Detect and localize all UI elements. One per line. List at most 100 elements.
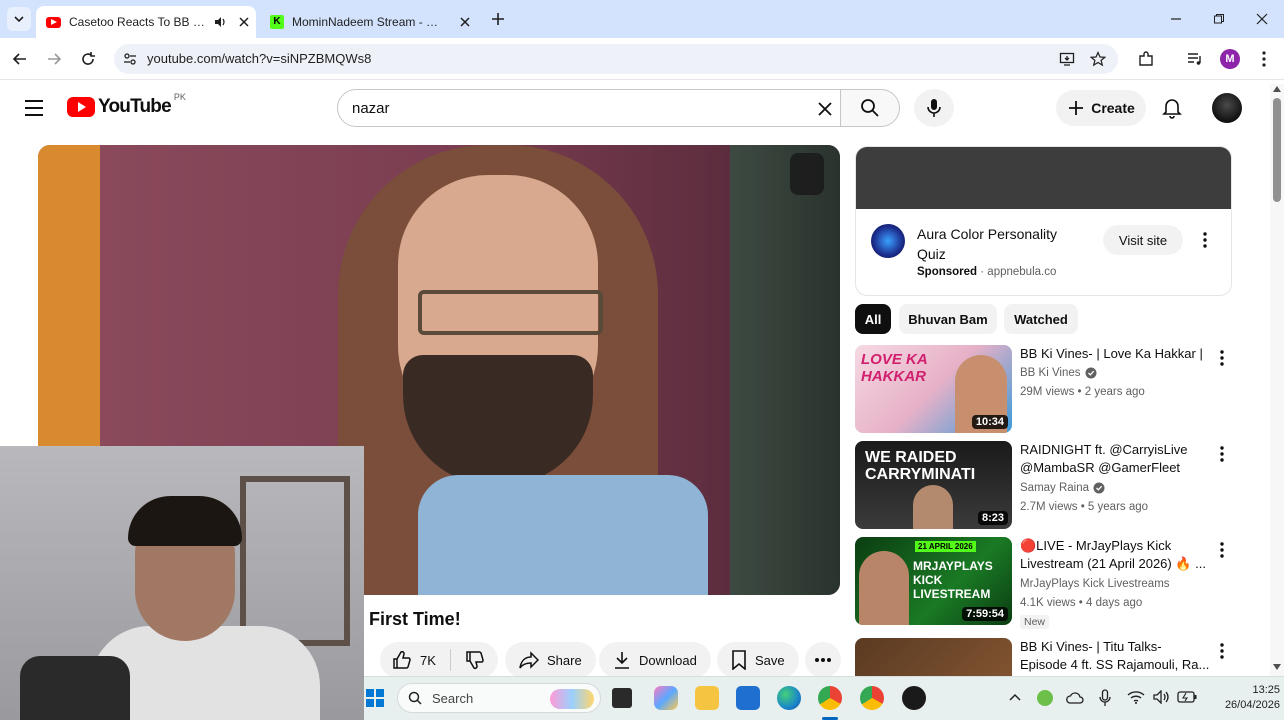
wifi-icon[interactable]: [1127, 690, 1145, 704]
site-settings-icon[interactable]: [123, 52, 137, 66]
notifications-bell-icon[interactable]: [1162, 97, 1182, 119]
video-menu-icon[interactable]: [1219, 445, 1225, 463]
ad-title[interactable]: Aura Color Personality Quiz: [917, 224, 1087, 264]
hamburger-menu-icon[interactable]: [24, 99, 44, 117]
browser-menu-icon[interactable]: [1256, 50, 1272, 68]
verified-icon: [1093, 482, 1105, 494]
extensions-icon[interactable]: [1137, 50, 1155, 68]
bookmark-icon: [732, 650, 746, 670]
dislike-icon[interactable]: [465, 650, 485, 670]
like-dislike-divider: [449, 649, 451, 671]
tray-app-icon[interactable]: [1037, 690, 1053, 706]
youtube-logo[interactable]: YouTube PK: [67, 92, 186, 118]
close-window-button[interactable]: [1250, 8, 1274, 30]
chrome-icon-active[interactable]: [818, 686, 842, 710]
like-icon[interactable]: [392, 650, 412, 670]
channel-watermark[interactable]: [790, 153, 824, 195]
scroll-down-icon[interactable]: [1273, 664, 1281, 670]
clock[interactable]: 13:25 26/04/2026: [1214, 683, 1280, 713]
file-explorer-icon[interactable]: [695, 686, 719, 710]
app-icon[interactable]: [902, 686, 926, 710]
recommendation-item[interactable]: WE RAIDED CARRYMINATI 8:23 RAIDNIGHT ft.…: [855, 441, 1232, 531]
share-label: Share: [547, 652, 582, 668]
task-view-icon[interactable]: [612, 688, 632, 708]
store-icon[interactable]: [736, 686, 760, 710]
video-thumbnail[interactable]: 21 APRIL 2026 MRJAYPLAYS KICK LIVESTREAM…: [855, 537, 1012, 625]
page-scrollbar[interactable]: [1270, 84, 1284, 676]
video-thumbnail[interactable]: [855, 638, 1012, 676]
show-hidden-icons-icon[interactable]: [1009, 693, 1021, 701]
channel-line[interactable]: MrJayPlays Kick Livestreams: [1020, 578, 1170, 590]
battery-icon[interactable]: [1177, 691, 1197, 703]
video-title[interactable]: 🔴LIVE - MrJayPlays Kick Livestream (21 A…: [1020, 537, 1210, 573]
forward-icon[interactable]: [46, 51, 62, 67]
ad-menu-icon[interactable]: [1202, 231, 1208, 249]
reload-icon[interactable]: [80, 51, 96, 67]
sponsored-ad-card[interactable]: Aura Color Personality Quiz Sponsored · …: [855, 146, 1232, 296]
channel-name[interactable]: Samay Raina: [1020, 482, 1089, 494]
video-meta: 4.1K views • 4 days ago: [1020, 597, 1143, 609]
search-button[interactable]: [840, 89, 900, 127]
video-menu-icon[interactable]: [1219, 349, 1225, 367]
video-thumbnail[interactable]: WE RAIDED CARRYMINATI 8:23: [855, 441, 1012, 529]
scroll-up-icon[interactable]: [1273, 86, 1281, 92]
recommendation-item[interactable]: LOVE KA HAKKAR 10:34 BB Ki Vines- | Love…: [855, 345, 1232, 435]
windows-start-icon[interactable]: [366, 689, 384, 707]
address-bar[interactable]: youtube.com/watch?v=siNPZBMQWs8: [114, 44, 1118, 74]
create-button[interactable]: Create: [1056, 90, 1146, 126]
edge-icon[interactable]: [777, 686, 801, 710]
channel-line[interactable]: Samay Raina: [1020, 482, 1105, 494]
new-tab-button[interactable]: [488, 9, 508, 29]
save-button[interactable]: Save: [717, 642, 799, 678]
close-tab-icon[interactable]: [458, 15, 472, 29]
video-title[interactable]: RAIDNIGHT ft. @CarryisLive @MambaSR @Gam…: [1020, 441, 1210, 477]
share-button[interactable]: Share: [505, 642, 596, 678]
audio-playing-icon[interactable]: [213, 15, 227, 29]
video-thumbnail[interactable]: LOVE KA HAKKAR 10:34: [855, 345, 1012, 433]
tab-inactive[interactable]: K MominNadeem Stream - Watch: [262, 6, 482, 38]
voice-search-button[interactable]: [914, 89, 954, 127]
media-control-icon[interactable]: [1186, 50, 1204, 68]
verified-icon: [1085, 367, 1097, 379]
scrollbar-thumb[interactable]: [1273, 98, 1281, 202]
visit-site-button[interactable]: Visit site: [1103, 225, 1183, 255]
video-title[interactable]: BB Ki Vines- | Love Ka Hakkar |: [1020, 345, 1210, 363]
account-avatar[interactable]: [1212, 93, 1242, 123]
install-app-icon[interactable]: [1059, 51, 1075, 67]
like-count[interactable]: 7K: [420, 653, 436, 668]
recommendation-item[interactable]: BB Ki Vines- | Titu Talks- Episode 4 ft.…: [855, 638, 1232, 676]
tab-active[interactable]: Casetoo Reacts To BB ki Vin: [36, 6, 256, 38]
volume-icon[interactable]: [1153, 690, 1171, 704]
copilot-icon[interactable]: [654, 686, 678, 710]
restore-button[interactable]: [1207, 8, 1231, 30]
taskbar-search-box[interactable]: Search: [397, 683, 601, 713]
video-menu-icon[interactable]: [1219, 642, 1225, 660]
bookmark-star-icon[interactable]: [1090, 51, 1106, 67]
download-button[interactable]: Download: [599, 642, 711, 678]
close-tab-icon[interactable]: [237, 15, 251, 29]
chip-watched[interactable]: Watched: [1004, 304, 1078, 334]
minimize-button[interactable]: [1164, 8, 1188, 30]
chip-all[interactable]: All: [855, 304, 891, 334]
video-menu-icon[interactable]: [1219, 541, 1225, 559]
tab-search-button[interactable]: [7, 7, 31, 31]
clear-search-icon[interactable]: [817, 101, 833, 117]
profile-avatar[interactable]: M: [1220, 49, 1240, 69]
back-icon[interactable]: [12, 51, 28, 67]
video-title: First Time!: [369, 609, 461, 629]
recommendation-item[interactable]: 21 APRIL 2026 MRJAYPLAYS KICK LIVESTREAM…: [855, 537, 1232, 629]
video-title[interactable]: BB Ki Vines- | Titu Talks- Episode 4 ft.…: [1020, 638, 1210, 674]
channel-line[interactable]: BB Ki Vines: [1020, 367, 1097, 379]
chrome-icon[interactable]: [860, 686, 884, 710]
more-actions-button[interactable]: [805, 642, 841, 678]
search-input[interactable]: nazar: [337, 89, 840, 127]
channel-name[interactable]: BB Ki Vines: [1020, 367, 1081, 379]
microphone-icon[interactable]: [1099, 689, 1111, 707]
microphone-icon: [927, 99, 941, 117]
webcam-chair: [20, 656, 130, 720]
ad-banner-image[interactable]: [856, 147, 1231, 209]
channel-name[interactable]: MrJayPlays Kick Livestreams: [1020, 578, 1170, 590]
minimize-icon: [1171, 18, 1181, 20]
chip-bhuvan-bam[interactable]: Bhuvan Bam: [899, 304, 997, 334]
onedrive-icon[interactable]: [1066, 691, 1084, 705]
